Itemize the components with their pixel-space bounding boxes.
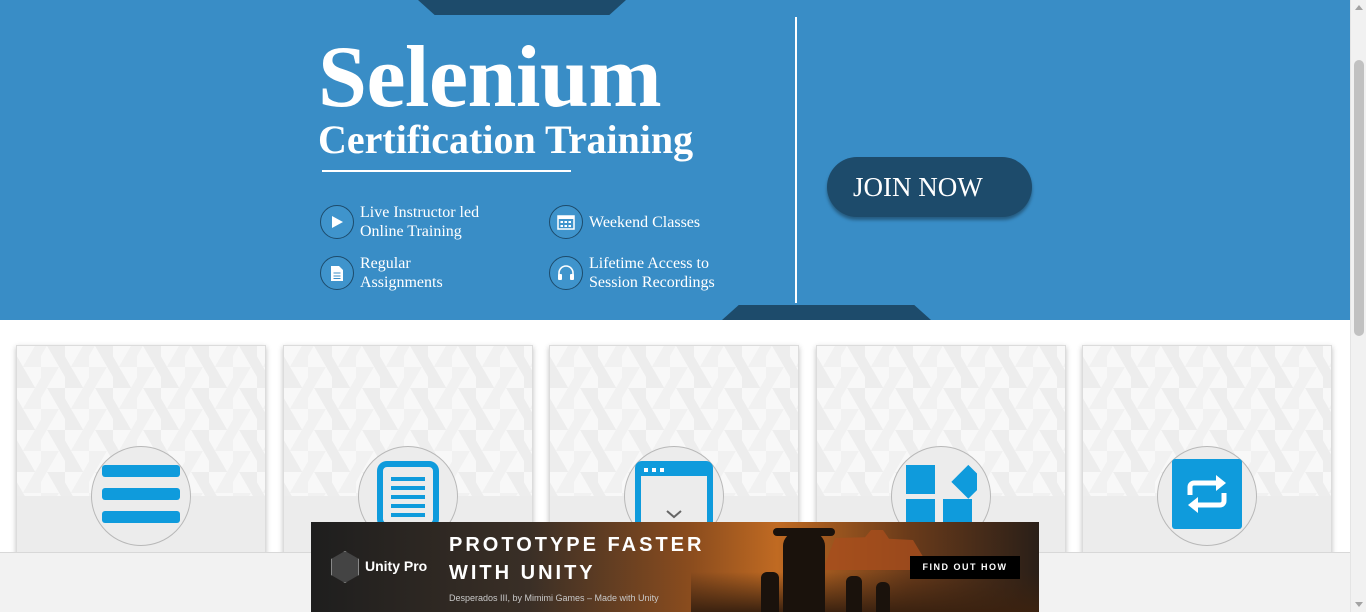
hero-banner: Selenium Certification Training Live Ins… bbox=[0, 0, 1350, 320]
find-out-how-button[interactable]: FIND OUT HOW bbox=[910, 556, 1020, 579]
ad-logo-text: Unity Pro bbox=[365, 558, 428, 574]
document-icon bbox=[320, 256, 354, 290]
ad-headline-line2: WITH UNITY bbox=[449, 562, 596, 584]
hero-divider bbox=[795, 17, 797, 303]
card-icon-circle bbox=[91, 446, 191, 546]
feature-label: Weekend Classes bbox=[589, 213, 701, 231]
repeat-icon bbox=[1172, 458, 1242, 534]
page-scrollbar[interactable] bbox=[1350, 0, 1366, 612]
decorative-stripe-top bbox=[418, 0, 626, 15]
scrollbar-thumb[interactable] bbox=[1354, 60, 1364, 336]
scroll-down-arrow-icon[interactable] bbox=[1355, 602, 1363, 607]
ad-character-figure bbox=[783, 532, 825, 612]
browser-window-icon bbox=[635, 460, 713, 532]
feature-live-training: Live Instructor led Online Training bbox=[320, 203, 479, 241]
title-underline bbox=[322, 170, 571, 172]
feature-lifetime-access: Lifetime Access to Session Recordings bbox=[549, 254, 715, 292]
scroll-up-arrow-icon[interactable] bbox=[1355, 5, 1363, 10]
ad-credit: Desperados III, by Mimimi Games – Made w… bbox=[449, 593, 659, 603]
headphones-icon bbox=[549, 256, 583, 290]
play-icon bbox=[320, 205, 354, 239]
course-card[interactable] bbox=[1082, 345, 1332, 560]
hero-subtitle: Certification Training bbox=[318, 117, 694, 162]
menu-bars-icon bbox=[102, 459, 180, 534]
unity-logo-icon bbox=[331, 551, 359, 583]
join-now-button[interactable]: JOIN NOW bbox=[827, 157, 1032, 217]
card-icon-circle bbox=[1157, 446, 1257, 546]
unity-ad-banner[interactable]: Unity Pro PROTOTYPE FASTER WITH UNITY De… bbox=[311, 522, 1039, 612]
decorative-stripe-bottom bbox=[722, 305, 931, 320]
ad-headline-line1: PROTOTYPE FASTER bbox=[449, 534, 705, 556]
hero-title: Selenium bbox=[318, 29, 662, 126]
feature-label: Regular Assignments bbox=[360, 255, 443, 291]
document-lines-icon bbox=[377, 460, 439, 532]
feature-label: Lifetime Access to Session Recordings bbox=[589, 255, 715, 291]
feature-label: Live Instructor led Online Training bbox=[360, 204, 480, 240]
feature-weekend-classes: Weekend Classes bbox=[549, 205, 700, 239]
calendar-icon bbox=[549, 205, 583, 239]
course-card[interactable] bbox=[16, 345, 266, 560]
feature-assignments: Regular Assignments bbox=[320, 254, 443, 292]
